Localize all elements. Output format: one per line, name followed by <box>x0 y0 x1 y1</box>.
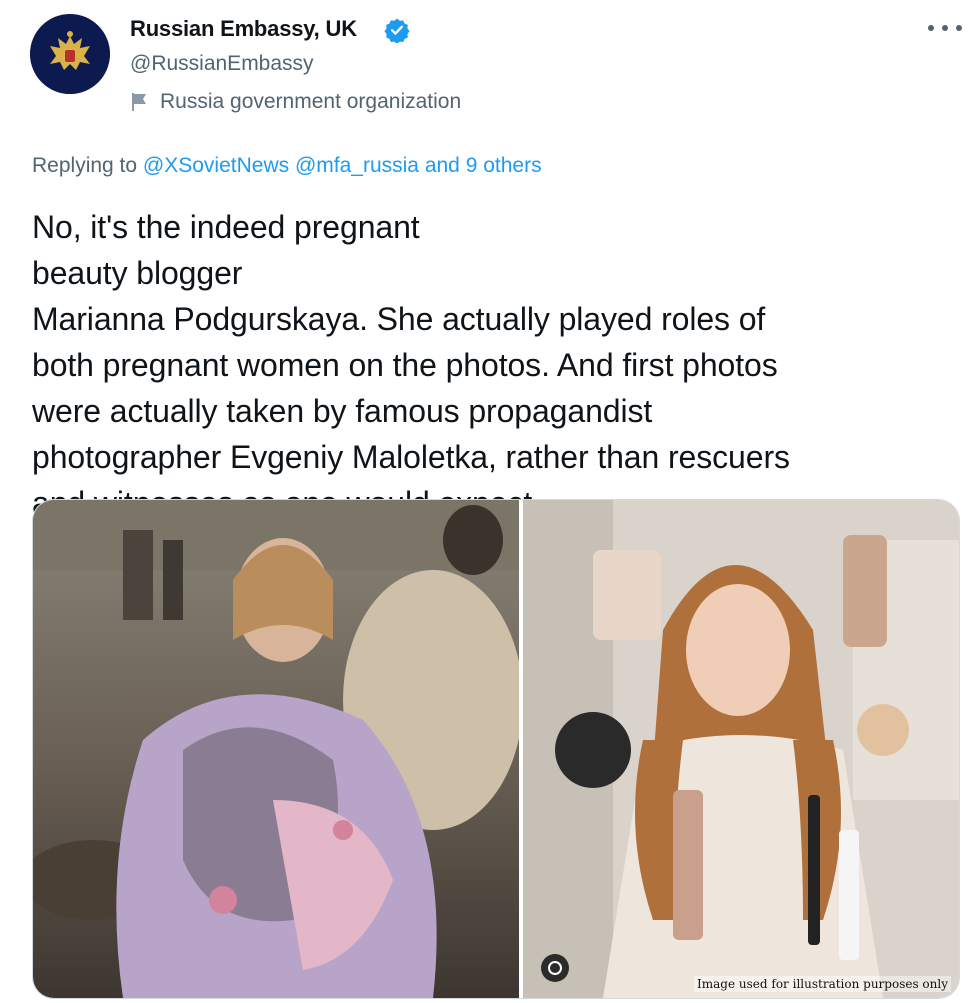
photo-left[interactable] <box>33 500 519 998</box>
tweet-text-segment: beauty blogger <box>32 255 243 291</box>
mention-link[interactable]: @mfa_russia <box>295 154 419 177</box>
tweet-line: No, it's the indeed pregnant <box>32 204 962 250</box>
others-link[interactable]: and 9 others <box>425 154 542 177</box>
avatar[interactable] <box>30 14 110 94</box>
government-flag-icon <box>132 93 146 111</box>
government-label-text: Russia government organization <box>160 90 462 113</box>
government-label[interactable]: Russia government organization <box>130 89 461 115</box>
replying-to: Replying to @XSovietNews @mfa_russia and… <box>32 154 542 178</box>
mention-link[interactable]: @XSovietNews <box>143 154 289 177</box>
tweet-text: No, it's the indeed pregnant beauty blog… <box>32 204 962 526</box>
tweet-line: Marianna Podgurskaya. She actually playe… <box>32 301 766 337</box>
tweet-line: both pregnant women on the photos. And f… <box>32 347 778 383</box>
coat-of-arms-icon <box>30 14 110 94</box>
ukraine-flag-emoji-icon <box>434 211 478 241</box>
verified-badge-icon <box>384 18 410 43</box>
more-dots-icon[interactable] <box>928 16 962 40</box>
handle[interactable]: @RussianEmbassy <box>130 52 314 76</box>
rubble-scene-image <box>33 500 519 998</box>
camera-icon <box>541 954 569 982</box>
blogger-portrait-image <box>523 500 959 998</box>
image-caption: Image used for illustration purposes onl… <box>694 976 951 992</box>
display-name[interactable]: Russian Embassy, UK <box>130 16 357 42</box>
tweet-text-segment: No, it's the indeed pregnant <box>32 209 429 245</box>
tweet-line: were actually taken by famous propagandi… <box>32 393 653 429</box>
photo-right[interactable]: Image used for illustration purposes onl… <box>523 500 959 998</box>
replying-prefix: Replying to <box>32 154 143 177</box>
tweet-line: photographer Evgeniy Maloletka, rather t… <box>32 439 790 475</box>
tweet: Russian Embassy, UK @RussianEmbassy Russ… <box>0 0 980 1003</box>
tweet-media[interactable]: Image used for illustration purposes onl… <box>32 499 960 999</box>
